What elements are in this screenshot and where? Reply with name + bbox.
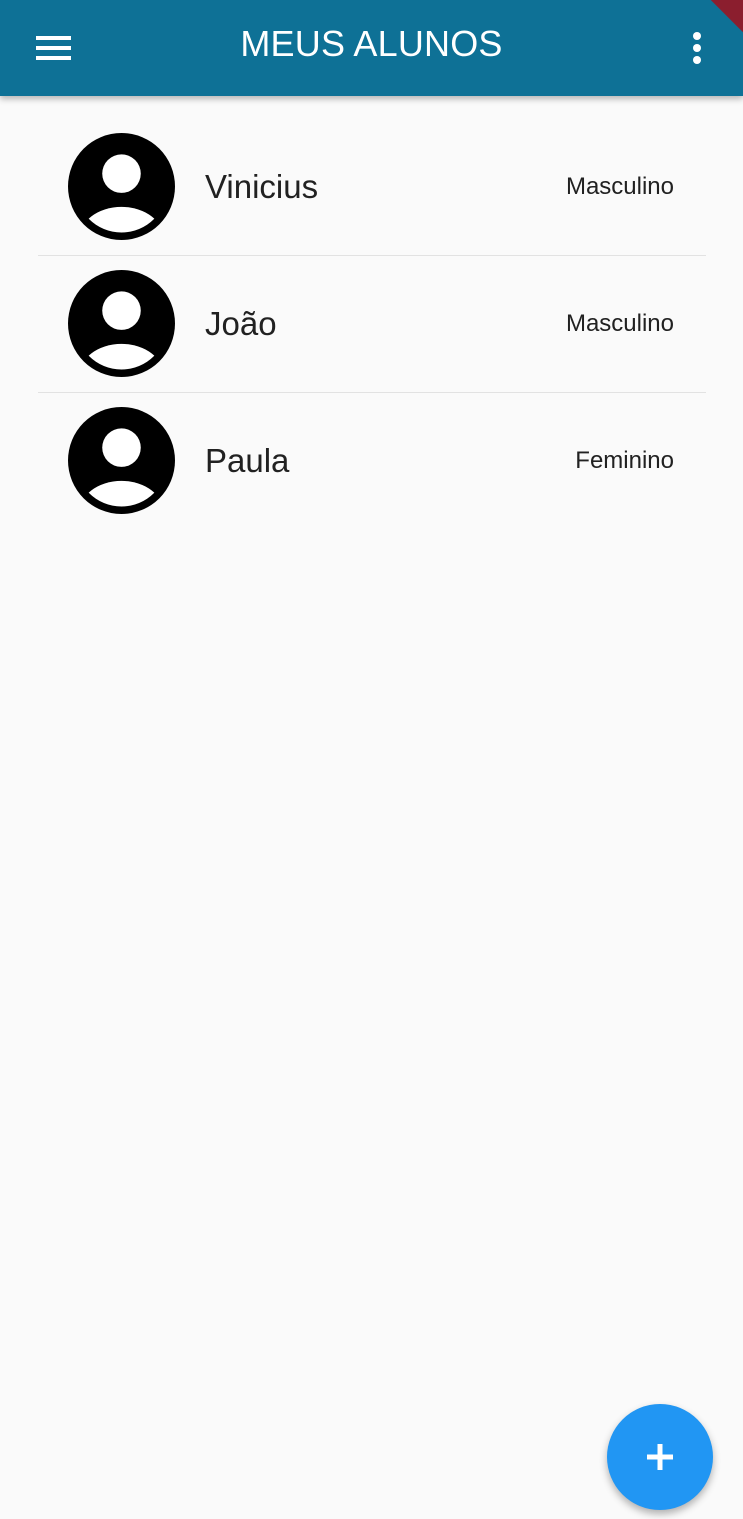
account-circle-icon xyxy=(68,133,175,240)
list-item[interactable]: João Masculino xyxy=(38,256,706,393)
add-icon xyxy=(647,1444,673,1470)
student-name: Vinicius xyxy=(205,168,319,205)
student-name: João xyxy=(205,305,277,342)
student-name: Paula xyxy=(205,442,290,479)
list-item[interactable]: Vinicius Masculino xyxy=(38,119,706,256)
app-bar: MEUS ALUNOS xyxy=(0,0,743,96)
account-circle-icon xyxy=(68,407,175,514)
more-options-button[interactable] xyxy=(668,19,726,77)
add-student-button[interactable] xyxy=(607,1404,713,1510)
student-list: Vinicius Masculino João Masculino Paula … xyxy=(38,119,706,529)
account-circle-icon xyxy=(68,270,175,377)
student-gender: Feminino xyxy=(575,447,674,474)
more-vert-icon xyxy=(693,32,701,64)
page-title: MEUS ALUNOS xyxy=(240,23,503,64)
list-item[interactable]: Paula Feminino xyxy=(38,393,706,529)
student-gender: Masculino xyxy=(565,173,674,200)
student-gender: Masculino xyxy=(565,310,674,337)
